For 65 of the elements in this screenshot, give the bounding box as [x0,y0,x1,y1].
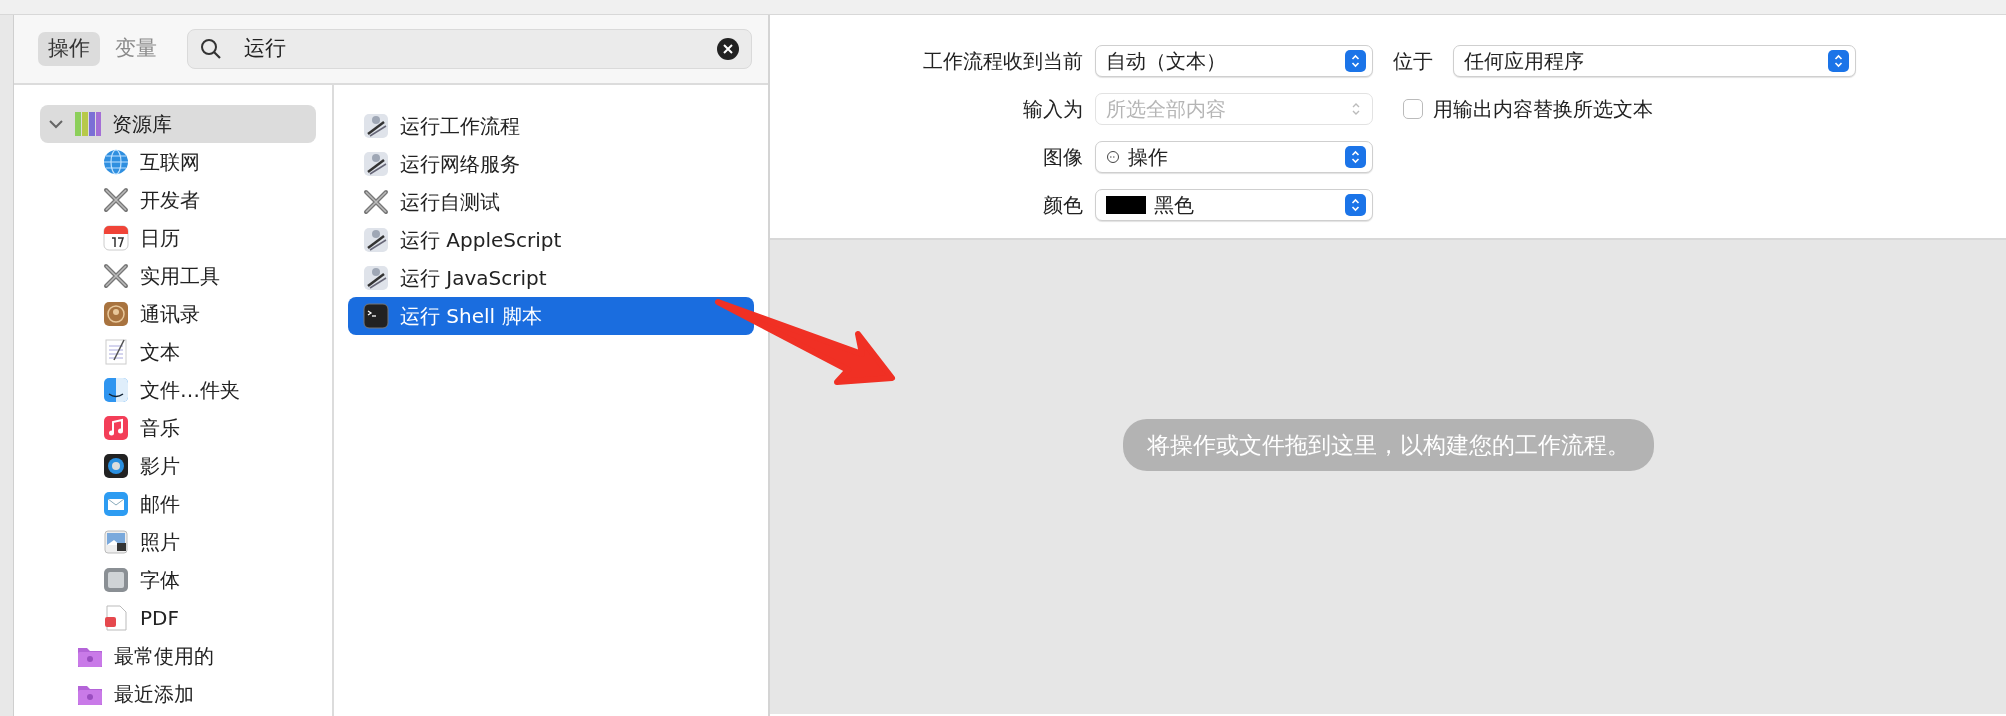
action-item[interactable]: 运行自测试 [348,183,754,221]
action-item[interactable]: 运行 AppleScript [348,221,754,259]
photo-icon [102,528,130,556]
image-dropdown[interactable]: 操作 [1095,141,1373,173]
calendar-icon [102,224,130,252]
field-label: 工作流程收到当前 [922,48,1084,75]
search-icon [200,38,222,60]
field-label: 位于 [1393,48,1433,75]
stepper-icon[interactable] [1345,194,1366,216]
contacts-icon [102,300,130,328]
library-item[interactable]: 音乐 [14,409,332,447]
library-item[interactable]: 影片 [14,447,332,485]
action-item[interactable]: 运行网络服务 [348,145,754,183]
clear-icon[interactable] [717,38,739,60]
color-dropdown[interactable]: 黑色 [1095,189,1373,221]
tab[interactable]: 操作 [38,32,100,66]
terminal-icon [362,302,390,330]
smart-group-item[interactable]: 最常使用的 [14,637,332,675]
dotted-circle-icon [1106,150,1120,164]
search-input[interactable]: 运行 [242,32,697,66]
tools-icon [102,186,130,214]
books-icon [74,110,102,138]
quicktime-icon [102,452,130,480]
robot-icon [362,150,390,178]
library-item[interactable]: 通讯录 [14,295,332,333]
library-item[interactable]: 文本 [14,333,332,371]
action-item[interactable]: 运行工作流程 [348,107,754,145]
text-document-icon [102,338,130,366]
library-item[interactable]: 资源库 [40,105,316,143]
tools-icon [362,188,390,216]
robot-icon [362,226,390,254]
replace-checkbox[interactable]: 用输出内容替换所选文本 [1403,94,1653,124]
library-item[interactable]: 开发者 [14,181,332,219]
music-note-icon [102,414,130,442]
field-label: 输入为 [1022,96,1084,123]
library-item[interactable]: 邮件 [14,485,332,523]
library-item[interactable]: 字体 [14,561,332,599]
library-item[interactable]: PDF [14,599,332,637]
search-bar[interactable]: 运行 [187,29,752,69]
stepper-icon[interactable] [1345,146,1366,168]
robot-icon [362,112,390,140]
application-dropdown[interactable]: 任何应用程序 [1453,45,1856,77]
input-type-dropdown[interactable]: 自动（文本） [1095,45,1373,77]
field-label: 图像 [1042,144,1084,171]
input-dropdown: 所选全部内容 [1095,93,1373,125]
action-item[interactable]: 运行 JavaScript [348,259,754,297]
font-book-icon [102,566,130,594]
library-item[interactable]: 照片 [14,523,332,561]
tools-icon [102,262,130,290]
globe-icon [102,148,130,176]
library-item[interactable]: 实用工具 [14,257,332,295]
field-label: 颜色 [1042,192,1084,219]
stepper-icon [1351,102,1361,116]
library-item[interactable]: 文件…件夹 [14,371,332,409]
library-item[interactable]: 互联网 [14,143,332,181]
finder-icon [102,376,130,404]
smart-group-item[interactable]: 最近添加 [14,675,332,713]
pdf-document-icon [102,604,130,632]
stepper-icon[interactable] [1345,50,1366,72]
stepper-icon[interactable] [1828,50,1849,72]
drop-hint: 将操作或文件拖到这里，以构建您的工作流程。 [1122,418,1654,472]
envelope-icon [102,490,130,518]
robot-icon [362,264,390,292]
action-item[interactable]: 运行 Shell 脚本 [348,297,754,335]
library-item[interactable]: 日历 [14,219,332,257]
